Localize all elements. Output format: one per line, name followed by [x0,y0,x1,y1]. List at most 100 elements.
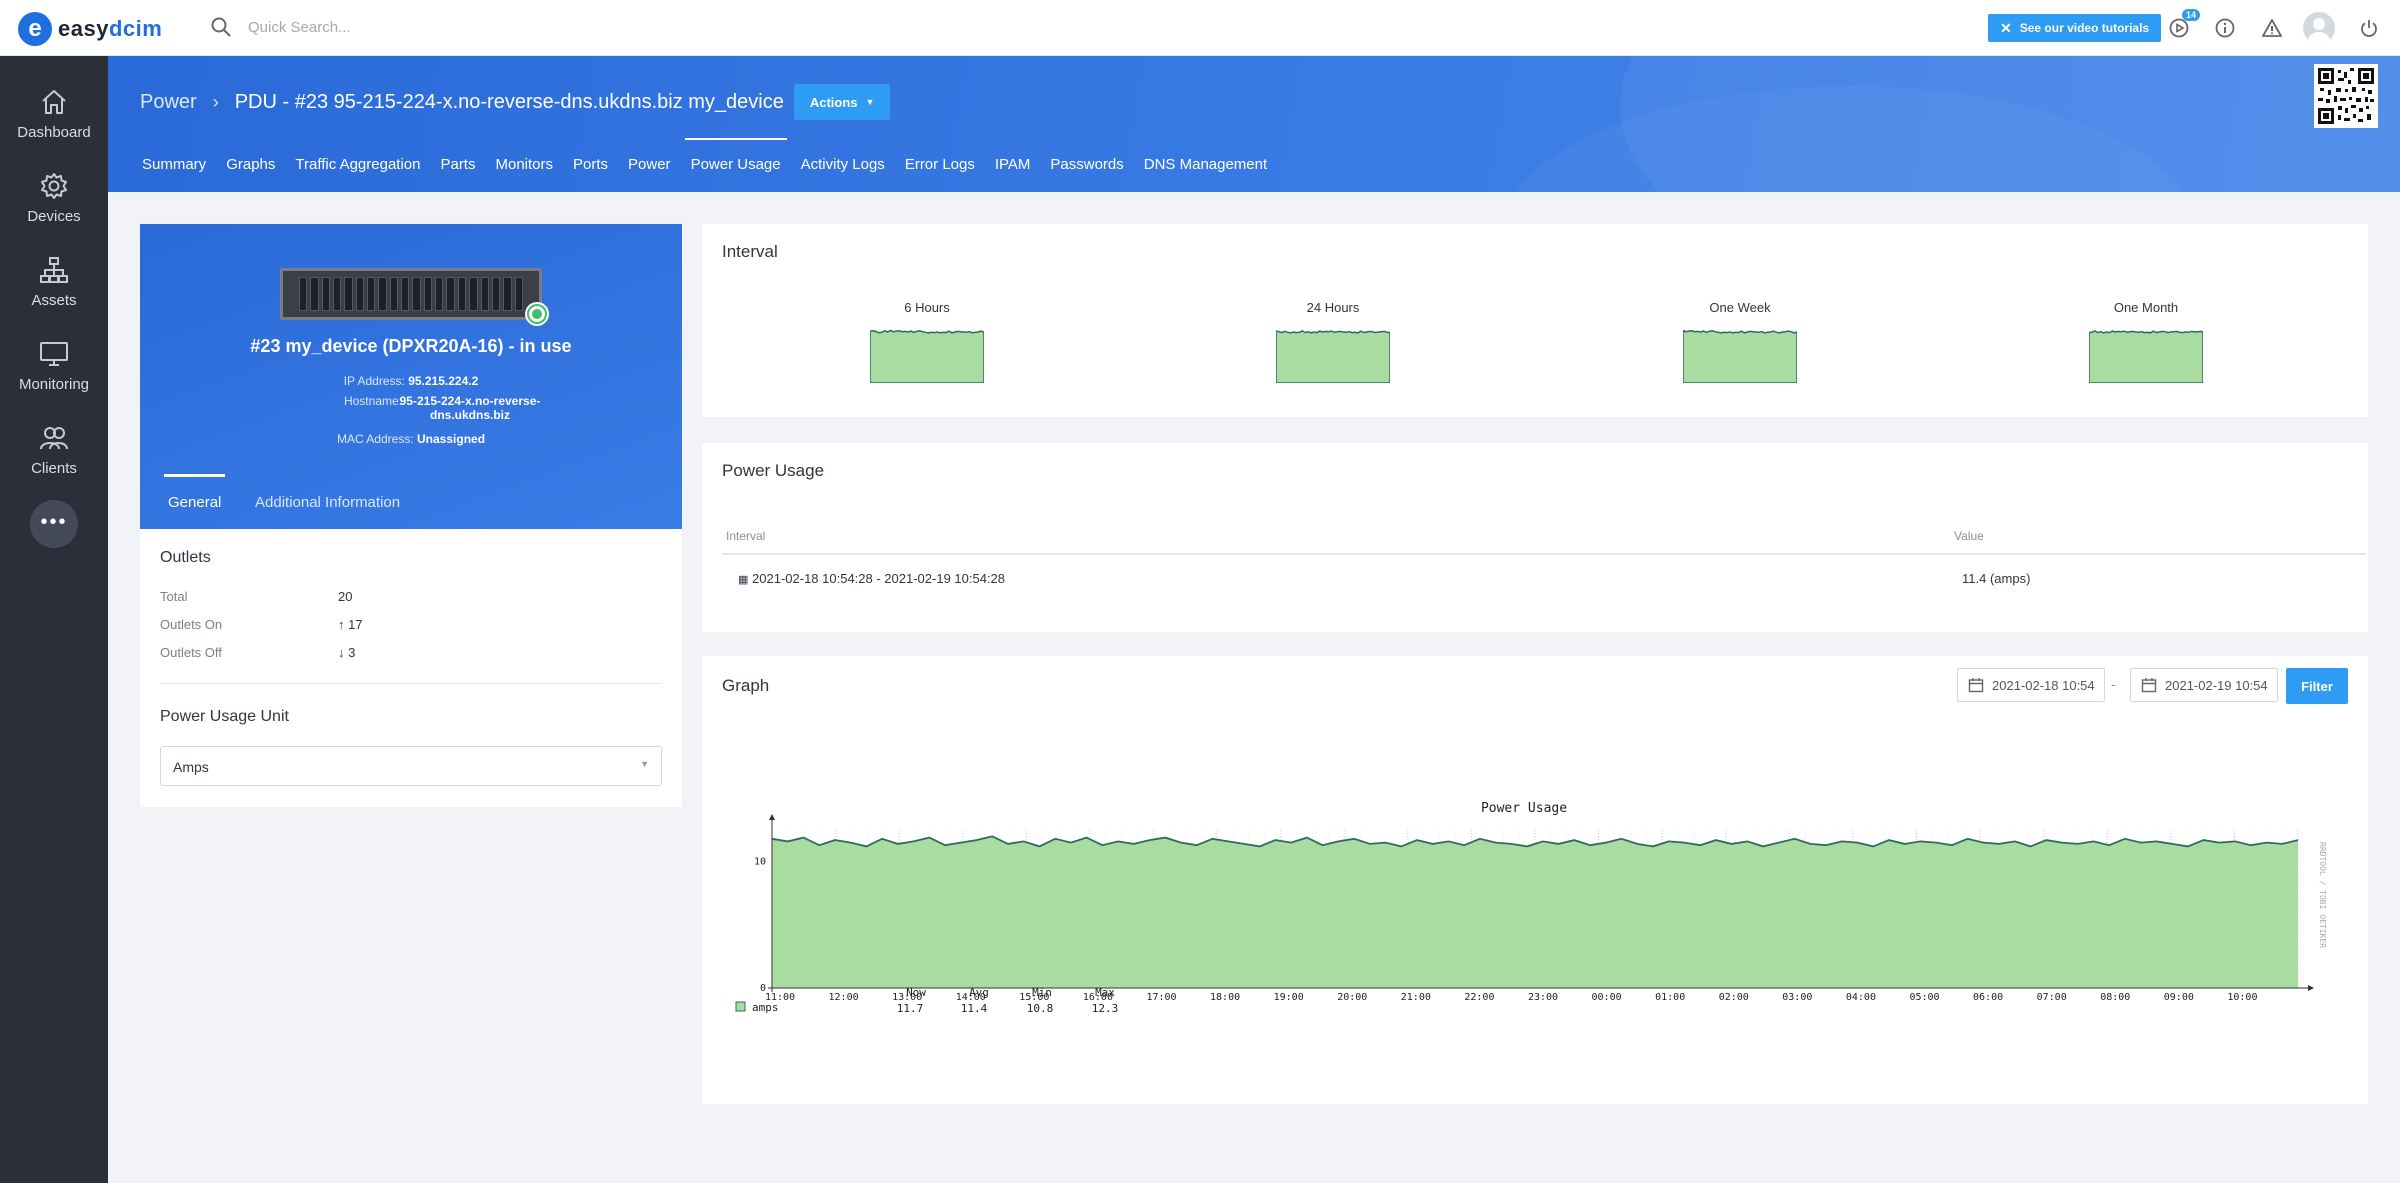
interval-one-week[interactable]: One Week [1670,300,1810,383]
logo-word: easydcim [58,16,163,41]
outlets-section: Outlets Total 20 Outlets On ↑ 17 Outlets O… [160,549,662,726]
logout-button[interactable] [2356,15,2382,41]
x-tick-label: 18:00 [1210,992,1240,1003]
user-avatar[interactable] [2303,12,2335,44]
tab-ports[interactable]: Ports [573,156,608,192]
page-title: PDU - #23 95-215-224-x.no-reverse-dns.uk… [234,90,784,113]
stat-value-max: 12.3 [1092,1002,1119,1015]
x-tick-label: 05:00 [1909,992,1939,1003]
x-tick-label: 02:00 [1719,992,1749,1003]
y-tick-label: 0 [760,983,766,994]
home-icon [42,90,66,114]
page-tabs: Summary Graphs Traffic Aggregation Parts Mon… [142,138,1287,192]
tab-power-usage[interactable]: Power Usage [684,138,787,192]
device-name: #23 my_device (DPXR20A-16) - in use [250,336,572,356]
tab-graphs[interactable]: Graphs [226,156,275,192]
breadcrumb-power-link[interactable]: Power [140,91,197,114]
sidebar-item-assets[interactable]: Assets [0,246,108,326]
tab-error-logs[interactable]: Error Logs [905,156,975,192]
sidebar-item-label: Monitoring [18,376,90,393]
tab-additional-information[interactable]: Additional Information [255,494,400,511]
power-usage-title: Power Usage [722,461,825,480]
value-cell: 11.4 (amps) [1962,571,2031,586]
tab-monitors[interactable]: Monitors [495,156,553,192]
users-icon [40,427,68,450]
close-icon[interactable]: ✕ [2000,20,2012,37]
interval-one-month[interactable]: One Month [2076,300,2216,383]
video-tutorials-button[interactable]: ✕ See our video tutorials [1988,14,2162,42]
date-to-input[interactable]: 2021-02-19 10:54 [2130,668,2278,702]
chevron-right-icon: › [212,91,219,112]
calendar-icon [1968,678,1984,693]
stat-label-min: Min [1032,986,1052,999]
x-tick-label: 12:00 [829,992,859,1003]
x-tick-label: 01:00 [1655,992,1685,1003]
quick-search [210,16,810,38]
graph-card: Graph 2021-02-18 10:54 - 2021-02-19 10:5… [702,656,2368,1104]
tab-ipam[interactable]: IPAM [995,156,1031,192]
column-header-value: Value [1950,518,2366,555]
x-tick-label: 00:00 [1592,992,1622,1003]
date-from-input[interactable]: 2021-02-18 10:54 [1957,668,2105,702]
app-logo[interactable]: e easydcim [18,12,162,46]
x-tick-label: 04:00 [1846,992,1876,1003]
side-label: RRDTOOL / TOBI OETIKER [2318,842,2327,948]
tab-passwords[interactable]: Passwords [1050,156,1123,192]
sidebar-item-label: Clients [31,460,77,477]
power-usage-unit-select[interactable]: Amps ▼ [160,746,662,786]
page-header: Power › PDU - #23 95-215-224-x.no-revers… [108,56,2400,192]
legend-swatch-amps [735,1001,746,1012]
sidebar-item-dashboard[interactable]: Dashboard [0,78,108,158]
tab-general[interactable]: General [163,474,226,511]
caret-down-icon: ▼ [865,97,875,107]
x-tick-label: 22:00 [1464,992,1494,1003]
table-header-row: Interval Value [722,518,2366,555]
stat-value-avg: 11.4 [961,1002,988,1015]
qr-code[interactable] [2314,64,2378,128]
alerts-button[interactable] [2259,15,2285,41]
play-notifications-button[interactable]: 14 [2166,9,2201,41]
table-row: ▦ 2021-02-18 10:54:28 - 2021-02-19 10:54… [722,554,2366,602]
legend-label-amps: amps [752,1001,779,1014]
sidebar-item-devices[interactable]: Devices [0,162,108,242]
stat-value-now: 11.7 [897,1002,924,1015]
tab-activity-logs[interactable]: Activity Logs [801,156,885,192]
tab-dns-management[interactable]: DNS Management [1144,156,1267,192]
thumbnail-chart [2089,329,2203,383]
breadcrumb: Power › PDU - #23 95-215-224-x.no-revers… [140,84,891,120]
chart-title: Power Usage [1481,801,1567,816]
y-tick-label: 10 [754,857,766,868]
sidebar-item-monitoring[interactable]: Monitoring [0,330,108,410]
power-usage-card: Power Usage Interval Value ▦ 2021-02-18 … [702,443,2368,632]
sidebar-item-label: Dashboard [17,124,91,141]
interval-card: Interval 6 Hours 24 Hours One Week One M… [702,224,2368,417]
tab-parts[interactable]: Parts [440,156,475,192]
power-icon [2361,20,2377,37]
graph-title: Graph [722,676,770,695]
info-button[interactable] [2212,15,2238,41]
more-menu-button[interactable]: ••• [30,500,78,548]
sidebar-item-label: Devices [27,208,81,225]
tab-summary[interactable]: Summary [142,156,206,192]
stat-value-min: 10.8 [1027,1002,1054,1015]
outlets-total-row: Total 20 [160,589,353,604]
x-tick-label: 09:00 [2164,992,2194,1003]
interval-24-hours[interactable]: 24 Hours [1263,300,1403,383]
sidebar-item-label: Assets [31,292,77,309]
sidebar: Dashboard Devices Assets Monitoring Clie… [0,56,108,1183]
tab-traffic-aggregation[interactable]: Traffic Aggregation [295,156,420,192]
actions-dropdown-button[interactable]: Actions ▼ [793,84,891,120]
interval-6-hours[interactable]: 6 Hours [857,300,997,383]
sidebar-item-clients[interactable]: Clients [0,414,108,494]
search-icon[interactable] [210,16,232,38]
filter-button[interactable]: Filter [2286,668,2348,704]
device-tabs: General Additional Information [140,474,682,529]
logo-mark: e [18,12,52,46]
search-input[interactable] [248,18,768,36]
device-card: #23 my_device (DPXR20A-16) - in use IP A… [140,224,682,807]
tab-power[interactable]: Power [628,156,671,192]
calendar-icon: ▦ [738,574,749,586]
x-tick-label: 06:00 [1973,992,2003,1003]
x-tick-label: 10:00 [2227,992,2257,1003]
x-tick-label: 21:00 [1401,992,1431,1003]
